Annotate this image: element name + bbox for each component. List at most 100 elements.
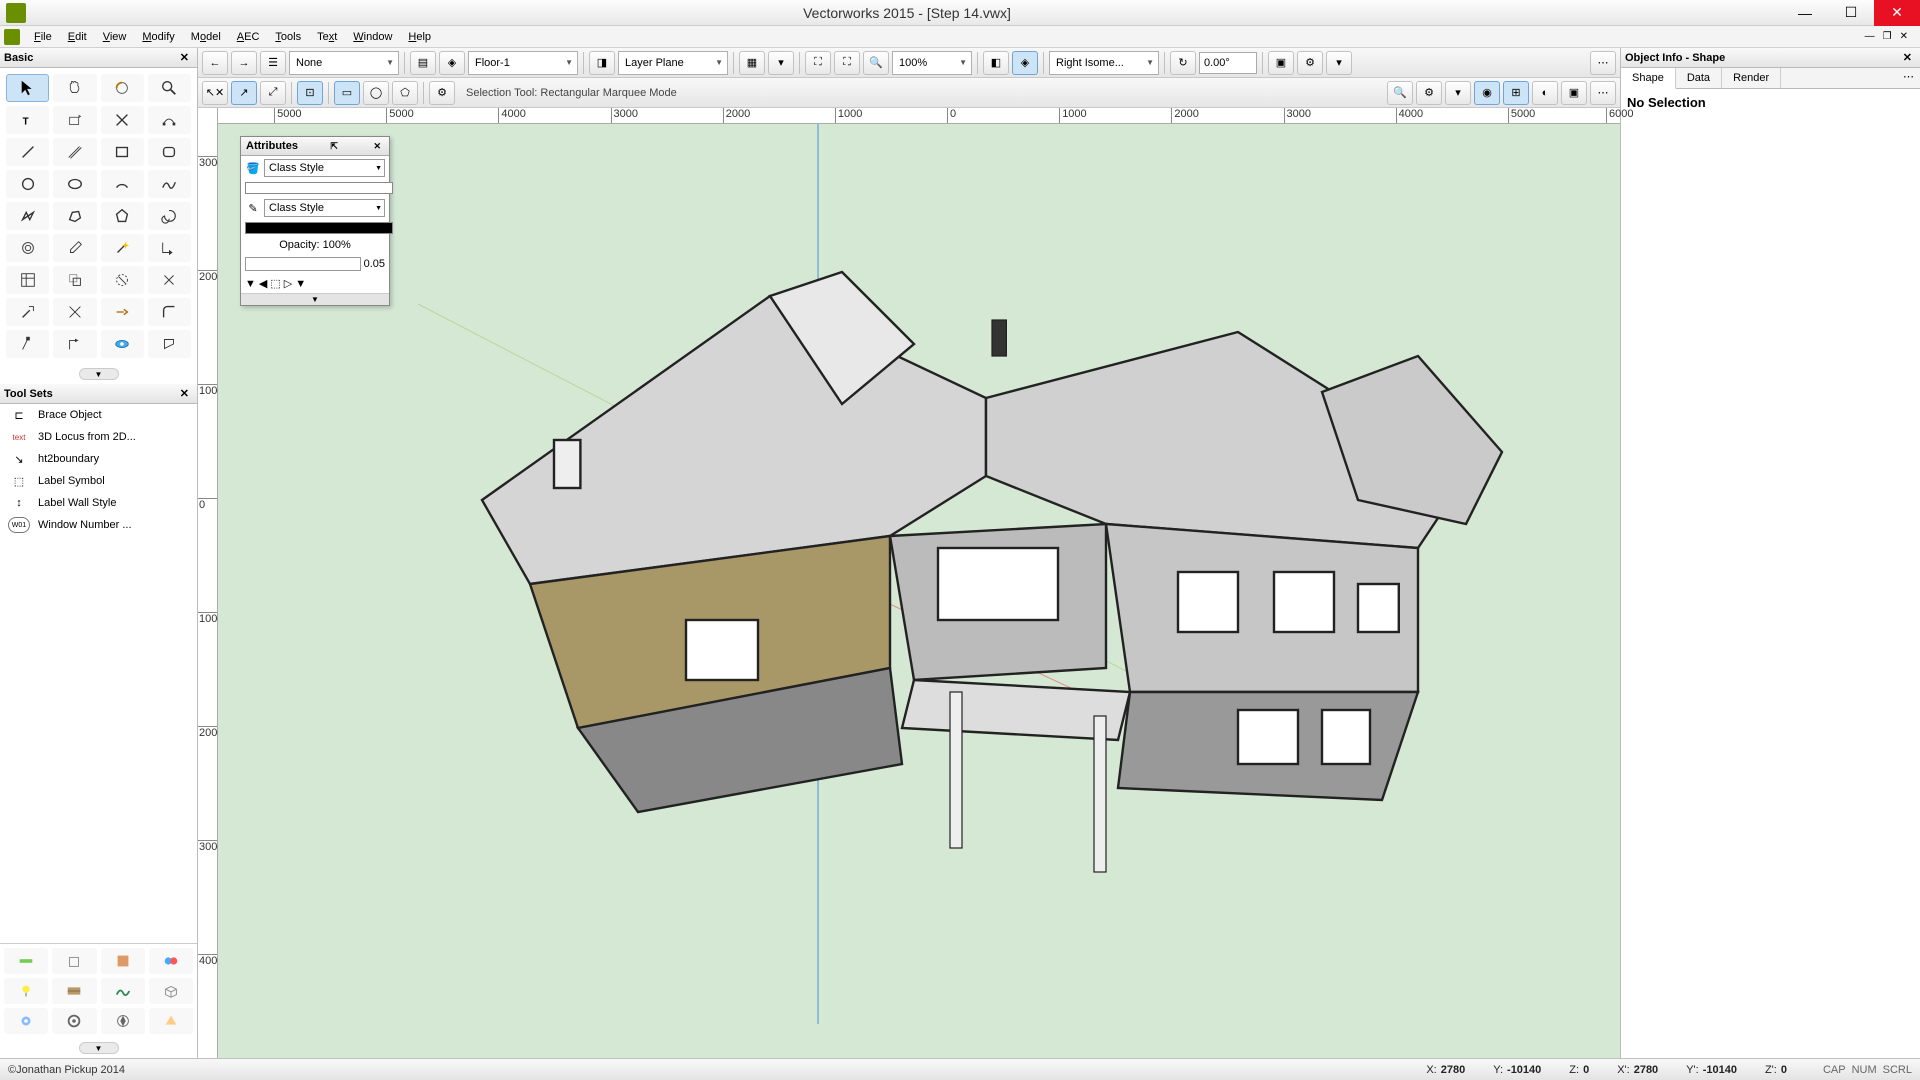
circle-tool[interactable] [6, 170, 49, 198]
taper-tool[interactable] [53, 330, 96, 358]
drawing-canvas[interactable]: Attributes ⇱ ✕ 🪣 Class Style ✎ [218, 124, 1620, 1058]
basic-collapse-toggle[interactable]: ▼ [79, 368, 119, 380]
class-dropdown[interactable]: None [289, 51, 399, 75]
mode-single-select[interactable]: ↗ [231, 81, 257, 105]
menu-view[interactable]: View [95, 29, 135, 45]
saved-views-button[interactable]: ▦ [739, 51, 765, 75]
locus-tool[interactable] [148, 234, 191, 262]
number-stamp-tool[interactable] [148, 330, 191, 358]
flyover-tool[interactable] [101, 74, 144, 102]
render-settings-button[interactable]: ⚙ [1297, 51, 1323, 75]
menu-aec[interactable]: AEC [229, 29, 268, 45]
saved-views-dd[interactable]: ▾ [768, 51, 794, 75]
display-color-button[interactable]: ◐ [1532, 81, 1558, 105]
double-line-tool[interactable] [53, 138, 96, 166]
toolset-ht2boundary[interactable]: ↘ht2boundary [0, 448, 197, 470]
menu-tools[interactable]: Tools [267, 29, 309, 45]
pen-color-swatch[interactable] [245, 222, 393, 234]
xray-button[interactable]: 🔍 [1387, 81, 1413, 105]
standard-view-dropdown[interactable]: Right Isome... [1049, 51, 1159, 75]
chamfer-tool[interactable] [6, 330, 49, 358]
marker-start-dd[interactable]: ▼ [245, 278, 256, 290]
layer-dropdown[interactable]: Floor-1 [468, 51, 578, 75]
layer-options-button[interactable]: ▤ [410, 51, 436, 75]
minimize-button[interactable]: — [1782, 0, 1828, 26]
rotate-tool[interactable] [53, 106, 96, 134]
pen-icon[interactable]: ✎ [245, 200, 261, 216]
cat-gear[interactable] [52, 1008, 96, 1034]
cat-custom[interactable] [149, 1008, 193, 1034]
menu-modify[interactable]: Modify [134, 29, 182, 45]
toolset-brace-object[interactable]: ⊏Brace Object [0, 404, 197, 426]
freehand-tool[interactable] [148, 170, 191, 198]
toolsets-collapse-toggle[interactable]: ▼ [79, 1042, 119, 1054]
mirror-tool[interactable] [101, 106, 144, 134]
magic-wand-tool[interactable] [101, 234, 144, 262]
cat-building[interactable] [52, 948, 96, 974]
menu-window[interactable]: Window [345, 29, 400, 45]
tab-shape[interactable]: Shape [1621, 68, 1676, 89]
pen-style-dropdown[interactable]: Class Style [264, 199, 385, 217]
tab-render[interactable]: Render [1722, 68, 1781, 88]
mode-snap-loupe[interactable]: ⊡ [297, 81, 323, 105]
marker-link-icon[interactable]: ⬚ [270, 277, 280, 290]
cat-lighting[interactable] [4, 978, 48, 1004]
multiview-button[interactable]: ◈ [1012, 51, 1038, 75]
settings-gear-button[interactable]: ⚙ [1416, 81, 1442, 105]
close-button[interactable]: ✕ [1874, 0, 1920, 26]
cat-detailing[interactable] [101, 948, 145, 974]
visibility-tool[interactable] [101, 330, 144, 358]
clip-tool[interactable] [101, 266, 144, 294]
quick-prefs-button[interactable]: ⋯ [1590, 51, 1616, 75]
fillet-tool[interactable] [148, 298, 191, 326]
spiral-tool-2[interactable] [6, 234, 49, 262]
offset-tool[interactable] [53, 266, 96, 294]
tab-data[interactable]: Data [1676, 68, 1722, 88]
object-info-expand-button[interactable]: ⋯ [1897, 68, 1920, 88]
mode-quick-prefs[interactable]: ⋯ [1590, 81, 1616, 105]
spiral-tool[interactable] [148, 202, 191, 230]
menu-model[interactable]: Model [183, 29, 229, 45]
basic-panel-close[interactable]: ✕ [176, 51, 193, 64]
doc-minimize-button[interactable]: — [1863, 31, 1877, 42]
display-screen-button[interactable]: ▣ [1561, 81, 1587, 105]
plane-dropdown[interactable]: Layer Plane [618, 51, 728, 75]
cat-visualization[interactable] [101, 1008, 145, 1034]
render-mode-button[interactable]: ▣ [1268, 51, 1294, 75]
split-tool[interactable] [148, 266, 191, 294]
display-3d-button[interactable]: ⊞ [1503, 81, 1529, 105]
menu-help[interactable]: Help [400, 29, 439, 45]
fit-page-button[interactable]: ⛶ [805, 51, 831, 75]
plane-mode-button[interactable]: ◨ [589, 51, 615, 75]
zoom-dropdown[interactable]: 100% [892, 51, 972, 75]
mode-prefs[interactable]: ⚙ [429, 81, 455, 105]
mode-cursor[interactable]: ↖✕ [202, 81, 228, 105]
mode-rect-marquee[interactable]: ▭ [334, 81, 360, 105]
render-dd[interactable]: ▾ [1326, 51, 1352, 75]
doc-close-button[interactable]: ✕ [1898, 31, 1910, 42]
attributes-close-icon[interactable]: ✕ [370, 141, 384, 152]
rounded-rect-tool[interactable] [148, 138, 191, 166]
connect-tool[interactable] [6, 298, 49, 326]
rotation-angle-input[interactable] [1199, 52, 1257, 74]
thickness-preview[interactable] [245, 257, 361, 271]
eyedropper-tool[interactable] [53, 234, 96, 262]
extend-tool[interactable] [101, 298, 144, 326]
marker-start-arrow[interactable]: ◀ [259, 277, 267, 290]
trim-tool[interactable] [53, 298, 96, 326]
menu-text[interactable]: Text [309, 29, 345, 45]
settings-dd[interactable]: ▾ [1445, 81, 1471, 105]
polygon-tool[interactable] [53, 202, 96, 230]
toolset-window-number[interactable]: W01Window Number ... [0, 514, 197, 536]
oval-tool[interactable] [53, 170, 96, 198]
text-tool[interactable]: T [6, 106, 49, 134]
menu-file[interactable]: File [26, 29, 60, 45]
toolset-label-wall-style[interactable]: ↕Label Wall Style [0, 492, 197, 514]
attribute-mapping-tool[interactable] [6, 266, 49, 294]
fit-objects-button[interactable]: ⛶ [834, 51, 860, 75]
menu-edit[interactable]: Edit [60, 29, 95, 45]
fill-style-dropdown[interactable]: Class Style [264, 159, 385, 177]
fill-color-swatch[interactable] [245, 182, 393, 194]
display-light-button[interactable]: ◉ [1474, 81, 1500, 105]
polyline-tool[interactable] [6, 202, 49, 230]
